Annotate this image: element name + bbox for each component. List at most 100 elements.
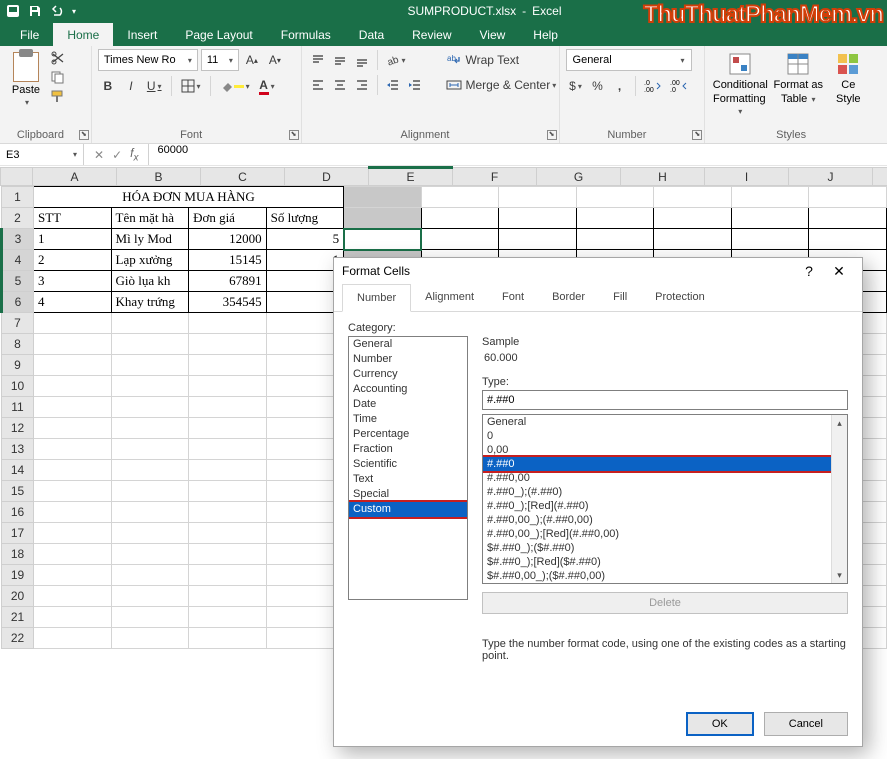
row-header[interactable]: 18 (2, 544, 34, 565)
alignment-launcher[interactable]: ⬊ (547, 130, 557, 140)
category-item[interactable]: Currency (349, 367, 467, 382)
table-header[interactable]: Tên mặt hà (111, 208, 189, 229)
dialog-tab-alignment[interactable]: Alignment (411, 284, 488, 311)
category-item[interactable]: Accounting (349, 382, 467, 397)
font-color-button[interactable]: A ▾ (256, 75, 278, 97)
row-header[interactable]: 20 (2, 586, 34, 607)
type-item[interactable]: 0 (483, 429, 847, 443)
type-input[interactable] (482, 390, 848, 410)
selected-cell[interactable] (344, 229, 422, 250)
dialog-tab-protection[interactable]: Protection (641, 284, 719, 311)
align-bottom-icon[interactable] (352, 49, 372, 71)
table-cell[interactable]: 12000 (189, 229, 267, 250)
row-header[interactable]: 17 (2, 523, 34, 544)
font-launcher[interactable]: ⬊ (289, 130, 299, 140)
row-header[interactable]: 15 (2, 481, 34, 502)
qat-caret-icon[interactable]: ▾ (72, 7, 76, 16)
scroll-down-icon[interactable]: ▾ (832, 567, 847, 583)
column-header[interactable]: J (789, 168, 873, 186)
type-item[interactable]: #.##0 (483, 457, 847, 471)
select-all-corner[interactable] (1, 168, 33, 186)
ribbon-tab-view[interactable]: View (466, 23, 520, 46)
fill-color-button[interactable]: ▾ (217, 75, 253, 97)
orientation-icon[interactable]: ab▾ (383, 49, 409, 71)
column-header[interactable]: H (621, 168, 705, 186)
type-list[interactable]: General00,00#.##0#.##0,00#.##0_);(#.##0)… (482, 414, 848, 584)
scroll-up-icon[interactable]: ▴ (832, 415, 847, 431)
table-cell[interactable]: 4 (34, 292, 112, 313)
table-cell[interactable]: 3 (34, 271, 112, 292)
table-cell[interactable]: 15145 (189, 250, 267, 271)
borders-button[interactable]: ▾ (178, 75, 204, 97)
spreadsheet-grid[interactable]: ABCDEFGHIJK (0, 166, 887, 186)
dialog-tab-border[interactable]: Border (538, 284, 599, 311)
table-cell[interactable]: Mì ly Mod (111, 229, 189, 250)
decrease-indent-icon[interactable] (383, 74, 403, 96)
type-item[interactable]: #.##0,00_);(#.##0,00) (483, 513, 847, 527)
row-header[interactable]: 10 (2, 376, 34, 397)
table-cell[interactable]: 1 (34, 229, 112, 250)
category-item[interactable]: Fraction (349, 442, 467, 457)
ribbon-tab-file[interactable]: File (6, 23, 53, 46)
increase-decimal-button[interactable]: .0.00 (641, 75, 665, 97)
ribbon-tab-insert[interactable]: Insert (113, 23, 171, 46)
font-name-combo[interactable]: Times New Ro▾ (98, 49, 198, 71)
type-item[interactable]: General (483, 415, 847, 429)
column-header[interactable]: G (537, 168, 621, 186)
cancel-formula-icon[interactable]: ✕ (94, 148, 104, 162)
number-format-combo[interactable]: General▾ (566, 49, 692, 71)
conditional-formatting-button[interactable]: Conditional Formatting ▾ (711, 49, 769, 121)
column-header[interactable]: B (117, 168, 201, 186)
autosave-icon[interactable] (6, 4, 20, 18)
type-item[interactable]: #.##0,00_);[Red](#.##0,00) (483, 527, 847, 541)
align-right-icon[interactable] (352, 74, 372, 96)
table-cell[interactable]: Khay trứng (111, 292, 189, 313)
category-item[interactable]: Scientific (349, 457, 467, 472)
column-header[interactable]: F (453, 168, 537, 186)
column-header[interactable]: E (369, 168, 453, 186)
category-list[interactable]: GeneralNumberCurrencyAccountingDateTimeP… (348, 336, 468, 600)
paste-button[interactable]: Paste ▾ (6, 49, 46, 121)
dialog-tab-fill[interactable]: Fill (599, 284, 641, 311)
ribbon-tab-page-layout[interactable]: Page Layout (171, 23, 266, 46)
category-item[interactable]: General (349, 337, 467, 352)
ribbon-tab-data[interactable]: Data (345, 23, 398, 46)
align-center-icon[interactable] (330, 74, 350, 96)
align-top-icon[interactable] (308, 49, 328, 71)
table-cell[interactable]: 1 (266, 292, 344, 313)
row-header[interactable]: 7 (2, 313, 34, 334)
ok-button[interactable]: OK (686, 712, 754, 736)
comma-button[interactable]: , (610, 75, 630, 97)
italic-button[interactable]: I (121, 75, 141, 97)
scrollbar-vertical[interactable]: ▴ ▾ (831, 415, 847, 583)
row-header[interactable]: 1 (2, 187, 34, 208)
increase-indent-icon[interactable] (405, 74, 425, 96)
align-middle-icon[interactable] (330, 49, 350, 71)
category-item[interactable]: Time (349, 412, 467, 427)
align-left-icon[interactable] (308, 74, 328, 96)
copy-icon[interactable] (50, 70, 68, 86)
increase-font-icon[interactable]: A▴ (242, 49, 262, 71)
column-header[interactable]: C (201, 168, 285, 186)
undo-icon[interactable] (50, 4, 64, 18)
type-item[interactable]: #.##0,00 (483, 471, 847, 485)
table-cell[interactable]: Giò lụa kh (111, 271, 189, 292)
format-as-table-button[interactable]: Format as Table ▾ (769, 49, 827, 121)
column-header[interactable]: D (285, 168, 369, 186)
cancel-button[interactable]: Cancel (764, 712, 848, 736)
table-header[interactable]: STT (34, 208, 112, 229)
ribbon-tab-review[interactable]: Review (398, 23, 465, 46)
fx-icon[interactable]: fx (130, 146, 138, 163)
row-header[interactable]: 3 (2, 229, 34, 250)
row-header[interactable]: 5 (2, 271, 34, 292)
type-item[interactable]: 0,00 (483, 443, 847, 457)
type-item[interactable]: $#.##0_);($#.##0) (483, 541, 847, 555)
column-header[interactable]: I (705, 168, 789, 186)
table-header[interactable]: Số lượng (266, 208, 344, 229)
formula-input[interactable]: 60000 (149, 144, 887, 165)
row-header[interactable]: 21 (2, 607, 34, 628)
dialog-tab-number[interactable]: Number (342, 284, 411, 312)
name-box[interactable]: E3▾ (0, 144, 84, 165)
row-header[interactable]: 13 (2, 439, 34, 460)
wrap-text-button[interactable]: ab Wrap Text (443, 49, 563, 71)
